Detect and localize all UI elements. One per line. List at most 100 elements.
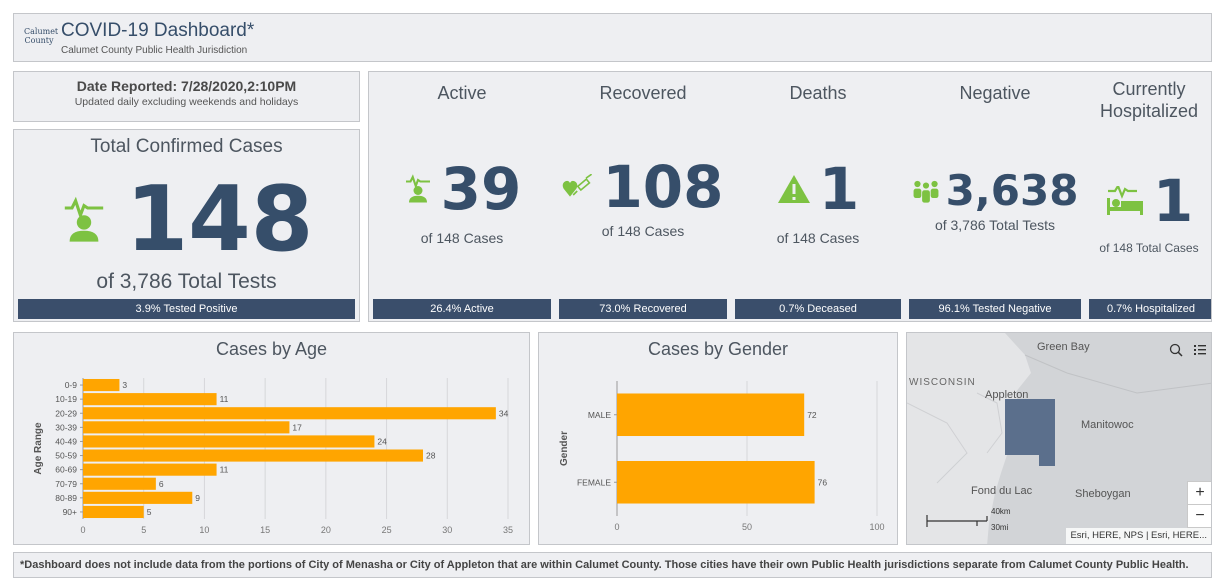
data-label: 72: [807, 410, 817, 420]
x-tick-label: 15: [260, 525, 270, 535]
y-tick-label: 70-79: [55, 479, 77, 489]
date-reported: Date Reported: 7/28/2020,2:10PM: [76, 78, 297, 94]
bar-90+: [83, 505, 144, 519]
indicator-value: 1: [818, 155, 860, 223]
data-label: 76: [818, 477, 828, 487]
map-label-manitowoc: Manitowoc: [1081, 419, 1134, 431]
data-label: 24: [377, 436, 387, 446]
map-label-appleton: Appleton: [985, 389, 1029, 401]
y-tick-label: MALE: [588, 410, 611, 420]
x-tick-label: 50: [742, 522, 752, 532]
x-tick-label: 25: [382, 525, 392, 535]
indicator-sub: of 3,786 Total Tests: [934, 217, 1056, 233]
bar-10-19: [83, 393, 217, 406]
x-tick-label: 20: [321, 525, 331, 535]
indicator-bar: 73.0% Recovered: [559, 299, 727, 319]
indicator-title: Negative: [959, 83, 1031, 103]
y-axis-title: Age Range: [33, 422, 44, 475]
indicator-value: 3,638: [945, 166, 1079, 215]
total-cases-row: 148: [14, 170, 359, 270]
footer-panel: *Dashboard does not include data from th…: [13, 552, 1212, 578]
y-tick-label: 0-9: [65, 380, 78, 390]
y-axis-title: Gender: [559, 431, 570, 466]
data-label: 5: [147, 507, 152, 517]
age-chart-panel: Cases by Age 0 5 10 15 20 25 30 35 0-9 3 10-19 11 20…: [13, 332, 530, 545]
y-tick-label: 60-69: [55, 465, 77, 475]
data-label: 9: [195, 493, 200, 503]
map-label-wisconsin: WISCONSIN: [909, 377, 976, 388]
calumet-county-shape[interactable]: [1005, 399, 1055, 455]
legend-list-icon: [1194, 345, 1206, 355]
date-panel: Date Reported: 7/28/2020,2:10PM Updated …: [13, 71, 360, 122]
total-cases-panel: Total Confirmed Cases 148 of 3,786 Total…: [13, 129, 360, 322]
bar-male: [617, 393, 805, 437]
indicator-hospitalized: Currently Hospitalized 1 of 148 Total Ca…: [1085, 72, 1211, 321]
bar-40-49: [83, 435, 375, 448]
data-label: 11: [220, 394, 229, 404]
x-tick-label: 0: [614, 522, 619, 532]
data-label: 28: [426, 451, 436, 461]
map-label-sheboygan: Sheboygan: [1075, 488, 1131, 500]
indicator-bar: 26.4% Active: [373, 299, 551, 319]
search-icon: [1169, 343, 1183, 357]
map-panel[interactable]: Green Bay WISCONSIN Appleton Manitowoc F…: [906, 332, 1212, 545]
y-tick-label: 80-89: [55, 493, 77, 503]
zoom-out-button[interactable]: −: [1187, 504, 1211, 528]
header-panel: Calumet County COVID-19 Dashboard* Calum…: [13, 13, 1212, 62]
patient-icon: [405, 174, 430, 203]
indicators-panel: Active 39 of 148 Cases 26.4% Active Reco…: [368, 71, 1212, 322]
warning-icon: [777, 175, 810, 203]
total-cases-title: Total Confirmed Cases: [90, 136, 283, 157]
indicator-value: 39: [440, 155, 522, 223]
indicator-title: Deaths: [789, 83, 847, 103]
indicator-bar: 0.7% Deceased: [735, 299, 901, 319]
indicator-active: Active 39 of 148 Cases 26.4% Active: [369, 72, 555, 321]
bar-0-9: [83, 378, 120, 392]
indicator-sub: of 148 Total Cases: [1099, 241, 1199, 255]
y-tick-label: 10-19: [55, 394, 77, 404]
indicator-sub: of 148 Cases: [601, 223, 685, 239]
map-search-button[interactable]: [1163, 339, 1189, 363]
indicator-bar: 0.7% Hospitalized: [1089, 299, 1211, 319]
indicator-recovered: Recovered 108 of 148 Cases 73.0% Recover…: [555, 72, 731, 321]
heart-syringe-icon: [563, 174, 593, 197]
patient-icon: [64, 196, 103, 242]
total-cases-value: 148: [125, 167, 314, 272]
map-label-green-bay: Green Bay: [1037, 341, 1090, 353]
data-label: 6: [159, 479, 164, 489]
total-tests-sub: of 3,786 Total Tests: [96, 270, 277, 293]
tested-positive-bar: 3.9% Tested Positive: [18, 299, 355, 319]
x-tick-label: 35: [503, 525, 513, 535]
data-label: 11: [220, 465, 229, 475]
indicator-deaths: Deaths 1 of 148 Cases 0.7% Deceased: [731, 72, 905, 321]
indicator-sub: of 148 Cases: [420, 230, 504, 246]
age-chart: 0 5 10 15 20 25 30 35 0-9 3 10-19 11 20-29 34 30-39 17 4…: [33, 378, 513, 535]
y-tick-label: 20-29: [55, 408, 77, 418]
indicator-negative: Negative 3,638 of 3,786 Total Tests 96.1…: [905, 72, 1085, 321]
zoom-in-button[interactable]: +: [1187, 481, 1211, 505]
x-tick-label: 10: [199, 525, 209, 535]
bar-60-69: [83, 463, 217, 476]
bar-70-79: [83, 477, 156, 490]
y-tick-label: 50-59: [55, 451, 77, 461]
update-note: Updated daily excluding weekends and hol…: [74, 96, 299, 108]
map-legend-button[interactable]: [1187, 339, 1211, 363]
bar-30-39: [83, 421, 290, 434]
page-subtitle: Calumet County Public Health Jurisdictio…: [61, 45, 248, 56]
y-tick-label: FEMALE: [577, 477, 611, 487]
indicator-title: Recovered: [599, 83, 687, 103]
bar-80-89: [83, 491, 193, 504]
y-tick-label: 40-49: [55, 436, 77, 446]
hospital-bed-icon: [1106, 186, 1143, 215]
indicator-value: 1: [1152, 167, 1194, 235]
map-attribution[interactable]: Esri, HERE, NPS | Esri, HERE...: [1066, 528, 1211, 544]
data-label: 17: [292, 422, 302, 432]
data-label: 34: [499, 408, 509, 418]
map-canvas[interactable]: [907, 333, 1212, 545]
map-label-fond-du-lac: Fond du Lac: [971, 485, 1033, 497]
people-icon: [913, 180, 939, 203]
indicator-title: Active: [437, 83, 487, 103]
gender-chart-panel: Cases by Gender 0 50 100 MALE 72 FEMALE 76 Gend…: [538, 332, 898, 545]
y-tick-label: 90+: [63, 507, 77, 517]
indicator-value: 108: [602, 153, 724, 221]
